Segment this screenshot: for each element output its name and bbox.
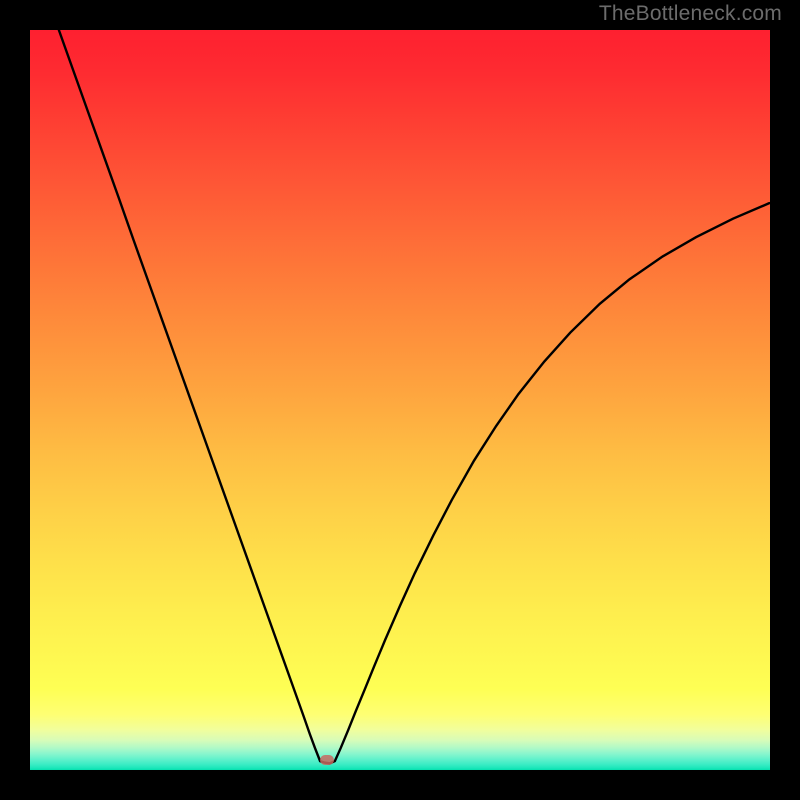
chart-area [30,30,770,770]
bottleneck-curve [30,30,770,770]
watermark-text: TheBottleneck.com [599,2,782,26]
optimal-point-marker [320,755,334,765]
